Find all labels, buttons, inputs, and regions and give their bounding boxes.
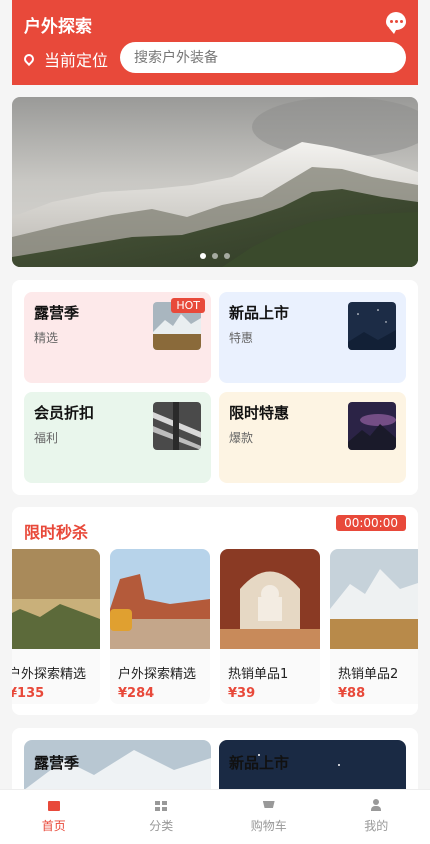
tab-cart[interactable]: 购物车 xyxy=(215,790,323,844)
product-image xyxy=(330,549,418,649)
bottom-tab-bar: 首页 分类 购物车 我的 xyxy=(0,789,430,844)
product-price: ¥88 xyxy=(338,686,366,701)
promo-section: 露营季 新品上市 xyxy=(12,728,418,800)
banner-pagination xyxy=(200,253,230,259)
flash-sale-section: 限时秒杀 00:00:00 户外探索精选 ¥135 户外探索精选 ¥284 热销… xyxy=(12,507,418,715)
tab-label: 分类 xyxy=(149,818,174,833)
location-pin-icon xyxy=(21,51,37,67)
user-icon xyxy=(370,798,382,811)
category-grid: 露营季 精选 HOT 新品上市 特惠 会员折扣 福利 限时特惠 爆款 xyxy=(12,280,418,495)
new-arrivals-thumbnail xyxy=(348,302,396,350)
product-card[interactable]: 热销单品2 ¥88 xyxy=(330,549,418,704)
tab-label: 首页 xyxy=(41,818,66,833)
category-card-member-discount[interactable]: 会员折扣 福利 xyxy=(24,392,211,483)
product-card[interactable]: 户外探索精选 ¥284 xyxy=(110,549,210,704)
product-carousel[interactable]: 户外探索精选 ¥135 户外探索精选 ¥284 热销单品1 ¥39 热销单品2 … xyxy=(12,549,418,709)
product-name: 户外探索精选 xyxy=(12,667,87,682)
category-card-camping[interactable]: 露营季 精选 HOT xyxy=(24,292,211,383)
pagination-dot[interactable] xyxy=(212,253,218,259)
flash-deals-thumbnail xyxy=(348,402,396,450)
category-card-new-arrivals[interactable]: 新品上市 特惠 xyxy=(219,292,406,383)
product-price: ¥284 xyxy=(118,686,155,701)
category-card-flash-deals[interactable]: 限时特惠 爆款 xyxy=(219,392,406,483)
tab-home[interactable]: 首页 xyxy=(0,790,108,844)
product-image xyxy=(12,549,100,649)
member-discount-thumbnail xyxy=(153,402,201,450)
location-selector[interactable]: 当前定位 xyxy=(21,47,109,71)
tab-label: 我的 xyxy=(364,818,389,833)
cart-icon xyxy=(262,800,275,808)
product-price: ¥39 xyxy=(228,686,256,701)
promo-label: 新品上市 xyxy=(229,754,290,772)
tab-label: 购物车 xyxy=(250,818,287,833)
grid-icon xyxy=(155,800,168,811)
product-name: 户外探索精选 xyxy=(118,667,197,682)
hero-banner[interactable] xyxy=(12,97,418,267)
product-image xyxy=(110,549,210,649)
product-card[interactable]: 热销单品1 ¥39 xyxy=(220,549,320,704)
home-icon xyxy=(47,800,60,811)
pagination-dot[interactable] xyxy=(200,253,206,259)
tab-category[interactable]: 分类 xyxy=(108,790,216,844)
pagination-dot[interactable] xyxy=(224,253,230,259)
promo-label: 露营季 xyxy=(34,754,80,772)
hot-badge: HOT xyxy=(171,298,205,313)
product-card[interactable]: 户外探索精选 ¥135 xyxy=(12,549,100,704)
flash-sale-title: 限时秒杀 xyxy=(24,523,89,542)
location-label: 当前定位 xyxy=(44,51,109,70)
product-name: 热销单品1 xyxy=(228,667,289,682)
product-price: ¥135 xyxy=(12,686,45,701)
mountain-banner-image xyxy=(12,97,418,267)
app-header: 户外探索 当前定位 xyxy=(12,0,418,85)
search-input[interactable] xyxy=(120,42,406,73)
chat-icon[interactable] xyxy=(386,12,406,34)
product-image xyxy=(220,549,320,649)
product-name: 热销单品2 xyxy=(338,667,399,682)
app-title: 户外探索 xyxy=(24,17,92,37)
countdown-timer: 00:00:00 xyxy=(336,515,406,531)
tab-profile[interactable]: 我的 xyxy=(323,790,430,844)
